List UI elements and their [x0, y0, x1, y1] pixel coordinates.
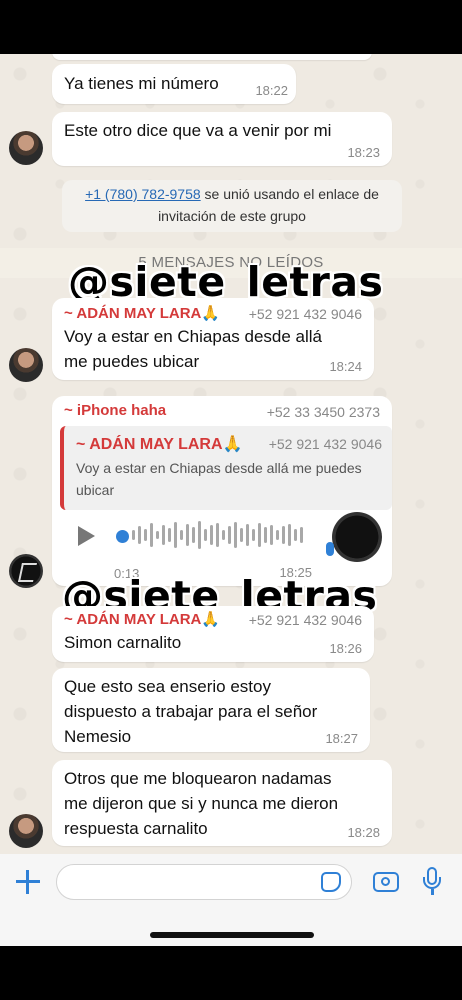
message-bubble[interactable]: Que esto sea enserio estoy dispuesto a t… [52, 668, 370, 752]
quote-text-line: ubicar [76, 482, 115, 498]
waveform[interactable] [132, 520, 312, 550]
microphone-icon[interactable] [422, 867, 442, 897]
sender-phone: +52 921 432 9046 [248, 612, 362, 628]
camera-icon[interactable] [373, 872, 399, 892]
avatar[interactable] [9, 554, 43, 588]
home-indicator [150, 932, 314, 938]
message-text-line: me dijeron que si y nunca me dieron [64, 794, 339, 813]
message-text: Este otro dice que va a venir por mi [64, 121, 332, 140]
avatar[interactable] [9, 814, 43, 848]
message-time: 18:23 [347, 145, 380, 160]
message-bubble[interactable]: Otros que me bloquearon nadamas me dijer… [52, 760, 392, 846]
message-text-line: Voy a estar en Chiapas desde allá [64, 327, 323, 346]
microphone-icon [326, 542, 334, 556]
message-input[interactable] [56, 864, 352, 900]
screen: Ya tienes mi número 18:22 Este otro dice… [0, 0, 462, 1000]
message-bubble[interactable]: ~ ADÁN MAY LARA🙏 +52 921 432 9046 Voy a … [52, 298, 374, 380]
message-bubble[interactable]: Ya tienes mi número 18:22 [52, 64, 296, 104]
system-notice: +1 (780) 782-9758 se unió usando el enla… [62, 180, 402, 232]
message-text-line: respuesta carnalito [64, 819, 208, 838]
chat-area[interactable]: Ya tienes mi número 18:22 Este otro dice… [0, 54, 462, 854]
sender-name[interactable]: ~ ADÁN MAY LARA🙏 [64, 610, 220, 628]
sender-name[interactable]: ~ ADÁN MAY LARA🙏 [64, 304, 220, 322]
sender-phone: +52 921 432 9046 [248, 306, 362, 322]
sender-phone: +52 33 3450 2373 [266, 404, 380, 420]
message-time: 18:22 [255, 83, 288, 98]
voice-avatar [332, 512, 382, 562]
quoted-message[interactable]: ~ ADÁN MAY LARA🙏 +52 921 432 9046 Voy a … [60, 426, 392, 510]
message-time: 18:27 [325, 731, 358, 746]
playback-dot[interactable] [116, 530, 129, 543]
message-time: 18:24 [329, 359, 362, 374]
quote-text-line: Voy a estar en Chiapas desde allá me pue… [76, 460, 362, 476]
message-text: Simon carnalito [64, 633, 182, 652]
joined-phone-link[interactable]: +1 (780) 782-9758 [85, 186, 201, 202]
avatar[interactable] [9, 348, 43, 382]
message-text-line: dispuesto a trabajar para el señor [64, 702, 318, 721]
message-text: Ya tienes mi número [64, 74, 219, 93]
message-time: 18:28 [347, 825, 380, 840]
message-bubble[interactable]: Este otro dice que va a venir por mi 18:… [52, 112, 392, 166]
sticker-icon[interactable] [321, 872, 341, 892]
voice-message-bubble[interactable]: ~ iPhone haha +52 33 3450 2373 ~ ADÁN MA… [52, 396, 392, 586]
quote-sender: ~ ADÁN MAY LARA🙏 [76, 436, 243, 453]
message-text-line: Otros que me bloquearon nadamas [64, 769, 332, 788]
bottom-black-bar [0, 946, 462, 1000]
play-icon[interactable] [78, 526, 95, 546]
avatar[interactable] [9, 131, 43, 165]
plus-icon[interactable] [14, 868, 42, 896]
message-time: 18:26 [329, 641, 362, 656]
message-text-line: me puedes ubicar [64, 352, 200, 371]
message-bubble[interactable]: ~ ADÁN MAY LARA🙏 +52 921 432 9046 Simon … [52, 606, 374, 662]
sender-name[interactable]: ~ iPhone haha [64, 402, 166, 419]
message-text-line: Que esto sea enserio estoy [64, 677, 271, 696]
quote-phone: +52 921 432 9046 [268, 436, 382, 452]
message-bubble-partial[interactable] [52, 54, 372, 60]
message-text-line: Nemesio [64, 727, 132, 746]
